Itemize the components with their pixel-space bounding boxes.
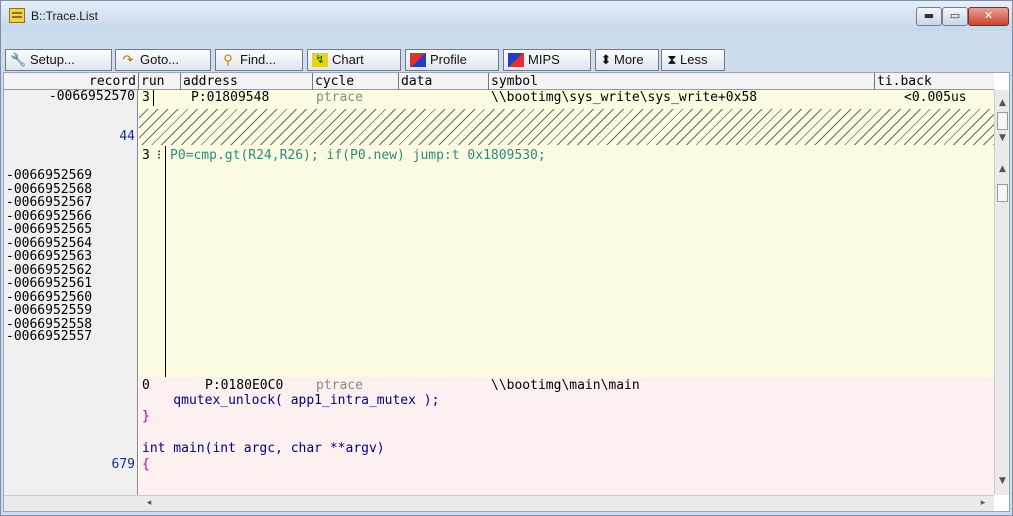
record-cell: -0066952566 <box>6 208 93 224</box>
find-label: Find... <box>240 52 277 67</box>
hatched-gap <box>139 109 996 145</box>
horizontal-scrollbar[interactable]: ◂ ▸ <box>138 495 994 511</box>
binoculars-icon: ⚲ <box>223 52 233 67</box>
mips-icon <box>508 53 524 67</box>
cycle-cell: ptrace <box>316 90 363 105</box>
address-cell: P:0180E0C0 <box>205 378 284 393</box>
source-line: { <box>142 457 150 472</box>
scroll-down-icon[interactable]: ▼ <box>997 132 1008 144</box>
record-cell: -0066952565 <box>6 222 93 237</box>
record-cell: -0066952557 <box>6 329 93 344</box>
expand-updown-icon: ⬍ <box>600 52 612 67</box>
record-cell: -0066952569 <box>6 168 93 183</box>
symbol-cell: \\bootimg\sys_write\sys_write+0x58 <box>491 90 758 105</box>
source-line: int main(int argc, char **argv) <box>142 441 385 456</box>
record-cell: 679 <box>111 457 135 472</box>
run-cell: 0 <box>142 378 150 393</box>
profile-icon <box>410 53 426 67</box>
scroll-right-icon[interactable]: ▸ <box>978 497 988 509</box>
record-cell: -0066952564 <box>6 235 93 251</box>
collapse-hourglass-icon: ⧗ <box>667 52 677 67</box>
wrench-icon: 🔧 <box>10 52 27 67</box>
col-symbol[interactable]: symbol <box>488 73 874 90</box>
trace-list-panel: record run address cycle data symbol ti.… <box>3 72 1010 512</box>
mips-button[interactable]: MIPS <box>503 49 591 71</box>
goto-arrow-icon: ↷ <box>122 52 134 67</box>
flow-line <box>165 146 166 377</box>
find-button[interactable]: ⚲ Find... <box>215 49 303 71</box>
mips-label: MIPS <box>528 52 560 67</box>
maximize-button[interactable]: ▭ <box>942 7 968 26</box>
record-cell: -0066952563 <box>6 249 93 264</box>
vertical-scrollbar[interactable]: ▲ ▼ ▲ ▼ <box>994 90 1009 495</box>
close-button[interactable]: ✕ <box>968 7 1009 26</box>
trace-list-window: B::Trace.List ▬ ▭ ✕ 🔧 Setup... ↷ Goto... ⚲… <box>0 0 1013 516</box>
record-cell: -0066952559 <box>6 303 93 318</box>
record-cell: -0066952570 <box>48 89 135 104</box>
more-button[interactable]: ⬍ More <box>595 49 659 71</box>
record-cell: 44 <box>119 129 135 144</box>
scroll-thumb[interactable] <box>997 112 1008 130</box>
run-cell: 3 <box>142 90 150 105</box>
chart-icon: ↯ <box>312 53 328 67</box>
profile-button[interactable]: Profile <box>405 49 499 71</box>
record-cell: -0066952568 <box>6 181 93 197</box>
record-cell: -0066952560 <box>6 289 93 305</box>
tiback-cell: <0.005us <box>904 90 967 105</box>
less-label: Less <box>680 52 708 67</box>
record-cell: -0066952561 <box>6 276 93 291</box>
record-column: -0066952570 44 -0066952569 -0066952568 -… <box>4 90 138 495</box>
goto-label: Goto... <box>140 52 180 67</box>
step-marker: ⁝ <box>157 148 162 163</box>
chart-button[interactable]: ↯ Chart <box>307 49 401 71</box>
more-label: More <box>614 52 644 67</box>
less-button[interactable]: ⧗ Less <box>661 49 725 71</box>
flow-line <box>153 90 154 106</box>
trace-body[interactable]: 3 P:01809548 ptrace \\bootimg\sys_write\… <box>139 90 996 495</box>
run-cell: 3 <box>142 148 150 163</box>
record-cell: -0066952567 <box>6 195 93 210</box>
instruction-text: P0=cmp.gt(R24,R26); if(P0.new) jump:t 0x… <box>170 148 546 163</box>
scroll-up-icon[interactable]: ▲ <box>997 163 1008 175</box>
col-run[interactable]: run <box>138 73 180 90</box>
scroll-thumb[interactable] <box>997 184 1008 202</box>
scroll-down-icon[interactable]: ▼ <box>997 475 1008 487</box>
profile-label: Profile <box>430 52 467 67</box>
setup-button[interactable]: 🔧 Setup... <box>5 49 112 71</box>
chart-label: Chart <box>332 52 364 67</box>
col-record[interactable]: record <box>4 73 138 90</box>
scroll-left-icon[interactable]: ◂ <box>144 497 154 509</box>
col-tiback[interactable]: ti.back <box>874 73 994 90</box>
column-header: record run address cycle data symbol ti.… <box>4 73 994 90</box>
minimize-button[interactable]: ▬ <box>916 7 942 26</box>
address-cell: P:01809548 <box>191 90 270 105</box>
setup-label: Setup... <box>30 52 75 67</box>
col-data[interactable]: data <box>398 73 488 90</box>
source-line: } <box>142 409 150 424</box>
scroll-up-icon[interactable]: ▲ <box>997 97 1008 109</box>
goto-button[interactable]: ↷ Goto... <box>115 49 211 71</box>
window-title: B::Trace.List <box>31 9 98 23</box>
source-line: qmutex_unlock( app1_intra_mutex ); <box>142 393 440 408</box>
record-hscroll <box>4 495 138 511</box>
record-cell: -0066952562 <box>6 262 93 278</box>
app-icon <box>9 8 25 23</box>
col-address[interactable]: address <box>180 73 312 90</box>
col-cycle[interactable]: cycle <box>312 73 398 90</box>
title-bar[interactable]: B::Trace.List ▬ ▭ ✕ <box>1 1 1012 31</box>
symbol-cell: \\bootimg\main\main <box>491 378 640 393</box>
cycle-cell: ptrace <box>316 378 363 393</box>
